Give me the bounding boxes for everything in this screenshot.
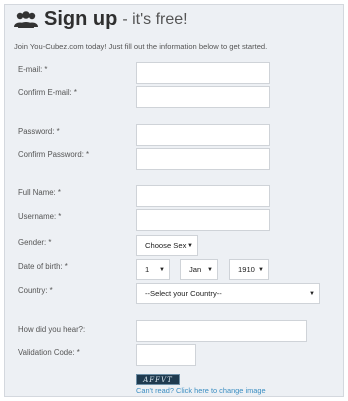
gender-select[interactable]: Choose Sex ▼ [136, 235, 198, 256]
heard-field[interactable] [136, 320, 307, 342]
captcha-image: AFFVT [136, 374, 180, 385]
title-main: Sign up [44, 8, 118, 30]
chevron-down-icon: ▼ [207, 266, 213, 273]
intro-text: Join You-Cubez.com today! Just fill out … [14, 42, 268, 51]
confirm-email-field[interactable] [136, 86, 270, 108]
dob-month-select[interactable]: Jan ▼ [180, 259, 218, 280]
full-name-label: Full Name: * [18, 188, 61, 197]
dob-day-value: 1 [145, 265, 150, 274]
password-label: Password: * [18, 127, 60, 136]
chevron-down-icon: ▼ [187, 242, 193, 249]
confirm-password-field[interactable] [136, 148, 270, 170]
full-name-field[interactable] [136, 185, 270, 207]
country-value: --Select your Country-- [145, 289, 222, 298]
gender-value: Choose Sex [145, 241, 187, 250]
confirm-password-label: Confirm Password: * [18, 150, 90, 159]
country-select[interactable]: --Select your Country-- ▼ [136, 283, 320, 304]
gender-label: Gender: * [18, 238, 52, 247]
heard-label: How did you hear?: [18, 325, 86, 334]
validation-label: Validation Code: * [18, 348, 80, 357]
dob-day-select[interactable]: 1 ▼ [136, 259, 170, 280]
title-sub: - it's free! [122, 10, 188, 28]
validation-field[interactable] [136, 344, 196, 366]
dob-label: Date of birth: * [18, 262, 68, 271]
users-icon [14, 10, 38, 28]
username-label: Username: * [18, 212, 62, 221]
country-label: Country: * [18, 286, 53, 295]
email-field[interactable] [136, 62, 270, 84]
dob-month-value: Jan [189, 265, 202, 274]
password-field[interactable] [136, 124, 270, 146]
chevron-down-icon: ▼ [309, 290, 315, 297]
page-title: Sign up - it's free! [14, 8, 188, 31]
dob-year-select[interactable]: 1910 ▼ [229, 259, 269, 280]
captcha-text: AFFVT [143, 375, 173, 384]
dob-year-value: 1910 [238, 265, 255, 274]
change-captcha-link[interactable]: Can't read? Click here to change image [136, 386, 266, 395]
username-field[interactable] [136, 209, 270, 231]
chevron-down-icon: ▼ [159, 266, 165, 273]
email-label: E-mail: * [18, 65, 48, 74]
chevron-down-icon: ▼ [258, 266, 264, 273]
confirm-email-label: Confirm E-mail: * [18, 88, 77, 97]
